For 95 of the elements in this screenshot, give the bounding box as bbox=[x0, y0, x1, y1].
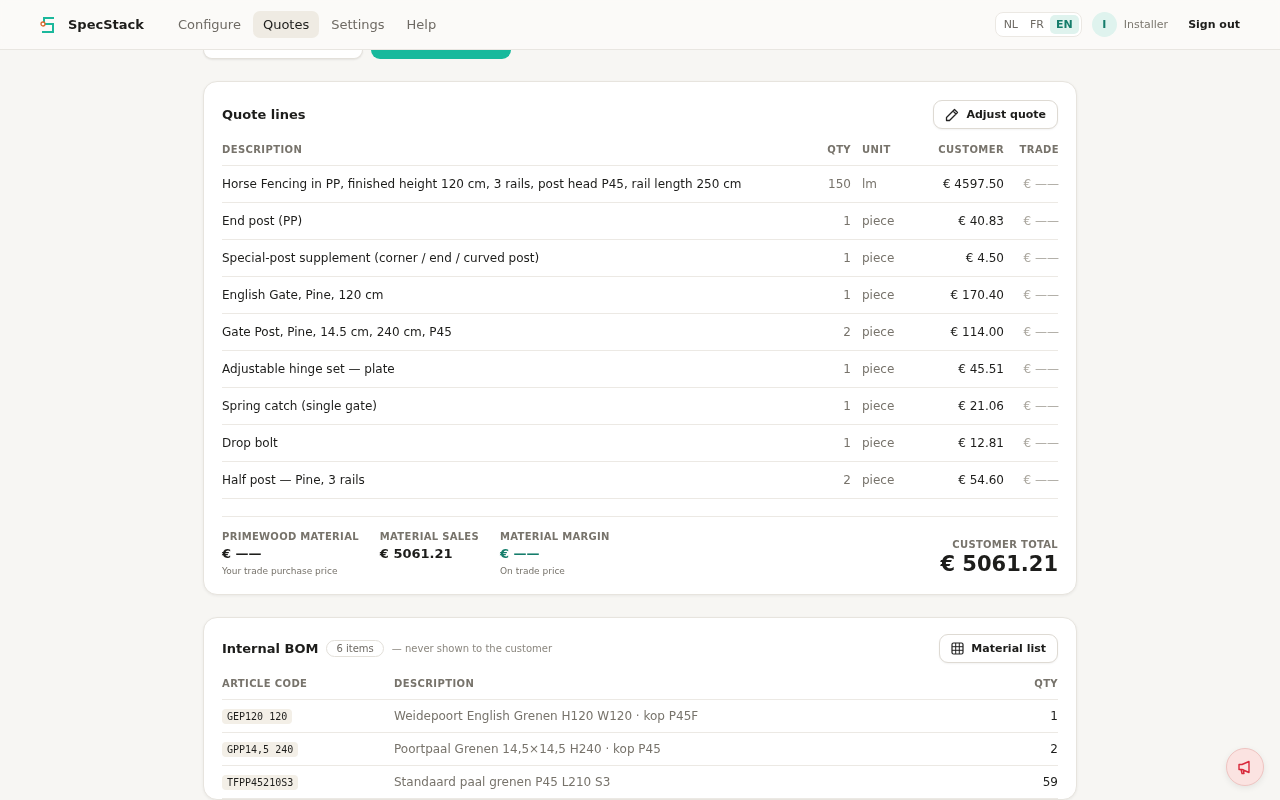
bom-description: Weidepoort English Grenen H120 W120 · kop P45F bbox=[394, 709, 700, 723]
article-code: GEP120 120 bbox=[222, 709, 293, 724]
line-qty: 1 bbox=[842, 399, 851, 413]
line-qty: 1 bbox=[842, 251, 851, 265]
stat-note: Your trade purchase price bbox=[222, 566, 339, 576]
customer-price: € 170.40 bbox=[949, 288, 1004, 302]
user-role: Installer bbox=[1123, 18, 1169, 31]
line-description: Spring catch (single gate) bbox=[222, 399, 378, 413]
customer-price: € 4597.50 bbox=[941, 177, 1004, 191]
language-option[interactable]: NL bbox=[997, 15, 1024, 34]
line-description: Horse Fencing in PP, finished height 120 cm, 3 rails, post head P45, rail length 250 cm bbox=[222, 177, 743, 191]
line-qty: 1 bbox=[842, 288, 851, 302]
user-avatar[interactable]: I bbox=[1091, 12, 1117, 37]
total-label: CUSTOMER TOTAL bbox=[952, 539, 1058, 550]
logo-icon bbox=[40, 15, 56, 34]
material-list-button[interactable]: Material list bbox=[939, 634, 1058, 663]
bom-qty: 2 bbox=[1049, 742, 1058, 756]
line-qty: 1 bbox=[842, 436, 851, 450]
trade-price: € —— bbox=[1022, 325, 1059, 339]
bom-qty: 59 bbox=[1041, 775, 1058, 789]
stat-label: MATERIAL SALES bbox=[379, 531, 479, 542]
bom-note: — never shown to the customer bbox=[391, 643, 553, 654]
trade-price: € —— bbox=[1022, 473, 1059, 487]
line-description: English Gate, Pine, 120 cm bbox=[222, 288, 385, 302]
trade-price: € —— bbox=[1022, 177, 1059, 191]
nav-tab[interactable]: Quotes bbox=[252, 11, 320, 38]
language-option[interactable]: EN bbox=[1050, 15, 1079, 34]
total-value: € 5061.21 bbox=[940, 552, 1058, 576]
line-qty: 2 bbox=[842, 473, 851, 487]
nav-tab[interactable]: Help bbox=[396, 11, 447, 38]
stat-value: € —— bbox=[500, 546, 541, 561]
trade-price: € —— bbox=[1022, 362, 1059, 376]
stat-note: On trade price bbox=[500, 566, 566, 576]
nav-tab[interactable]: Configure bbox=[167, 11, 251, 38]
megaphone-icon bbox=[1237, 759, 1253, 775]
pencil-icon bbox=[945, 107, 960, 122]
column-header: DESCRIPTION bbox=[394, 678, 476, 689]
stat-value: € 5061.21 bbox=[379, 546, 454, 561]
nav-tab[interactable]: Settings bbox=[321, 11, 395, 38]
column-header: ARTICLE CODE bbox=[222, 678, 309, 689]
line-unit: piece bbox=[861, 251, 896, 265]
column-header: CUSTOMER bbox=[937, 144, 1004, 155]
bom-description: Standaard paal grenen P45 L210 S3 bbox=[394, 775, 612, 789]
bom-qty: 1 bbox=[1049, 709, 1058, 723]
send-button[interactable] bbox=[371, 50, 511, 59]
brand-name: SpecStack bbox=[68, 17, 144, 32]
column-header: QTY bbox=[1033, 678, 1058, 689]
trade-price: € —— bbox=[1022, 214, 1059, 228]
customer-price: € 40.83 bbox=[957, 214, 1004, 228]
trade-price: € —— bbox=[1022, 288, 1059, 302]
line-unit: piece bbox=[861, 473, 896, 487]
article-code: TFPP45210S3 bbox=[222, 775, 299, 790]
line-unit: piece bbox=[861, 214, 896, 228]
line-qty: 1 bbox=[842, 214, 851, 228]
customer-price: € 114.00 bbox=[949, 325, 1004, 339]
line-description: Half post — Pine, 3 rails bbox=[222, 473, 366, 487]
trade-price: € —— bbox=[1022, 251, 1059, 265]
line-unit: piece bbox=[861, 325, 896, 339]
column-header: QTY bbox=[826, 144, 851, 155]
line-description: Adjustable hinge set — plate bbox=[222, 362, 396, 376]
stat-label: MATERIAL MARGIN bbox=[500, 531, 610, 542]
line-unit: piece bbox=[861, 436, 896, 450]
customer-price: € 21.06 bbox=[957, 399, 1004, 413]
column-header: TRADE bbox=[1018, 144, 1059, 155]
line-qty: 1 bbox=[842, 362, 851, 376]
line-qty: 2 bbox=[842, 325, 851, 339]
table-icon bbox=[951, 642, 965, 655]
customer-price: € 54.60 bbox=[957, 473, 1004, 487]
language-option[interactable]: FR bbox=[1024, 15, 1050, 34]
line-description: End post (PP) bbox=[222, 214, 304, 228]
stat-label: PRIMEWOOD MATERIAL bbox=[222, 531, 359, 542]
order-button[interactable] bbox=[203, 50, 363, 59]
line-description: Gate Post, Pine, 14.5 cm, 240 cm, P45 bbox=[222, 325, 453, 339]
column-header: DESCRIPTION bbox=[222, 144, 304, 155]
customer-price: € 12.81 bbox=[957, 436, 1004, 450]
bom-description: Poortpaal Grenen 14,5×14,5 H240 · kop P45 bbox=[394, 742, 662, 756]
sign-out-button[interactable]: Sign out bbox=[1188, 18, 1240, 31]
article-code: GPP14,5 240 bbox=[222, 742, 299, 757]
adjust-quote-button[interactable]: Adjust quote bbox=[933, 100, 1058, 129]
line-unit: piece bbox=[861, 399, 896, 413]
line-qty: 150 bbox=[827, 177, 851, 191]
line-unit: piece bbox=[861, 288, 896, 302]
feedback-button[interactable] bbox=[1226, 748, 1264, 786]
customer-price: € 45.51 bbox=[957, 362, 1004, 376]
trade-price: € —— bbox=[1022, 399, 1059, 413]
card-title: Internal BOM bbox=[222, 641, 319, 656]
line-unit: piece bbox=[861, 362, 896, 376]
line-description: Drop bolt bbox=[222, 436, 279, 450]
trade-price: € —— bbox=[1022, 436, 1059, 450]
card-title: Quote lines bbox=[222, 107, 306, 122]
customer-price: € 4.50 bbox=[964, 251, 1004, 265]
line-description: Special-post supplement (corner / end / curved post) bbox=[222, 251, 541, 265]
stat-value: € —— bbox=[222, 546, 263, 561]
line-unit: lm bbox=[861, 177, 879, 191]
column-header: UNIT bbox=[861, 144, 892, 155]
